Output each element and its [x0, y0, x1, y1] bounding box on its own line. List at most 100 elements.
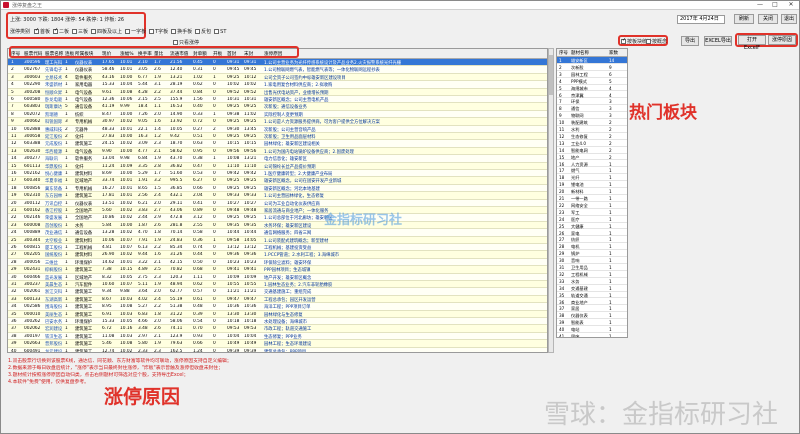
option-checkbox[interactable] — [72, 29, 78, 34]
limit-type-option[interactable]: 反包 — [195, 29, 211, 35]
limit-type-option[interactable]: 首板 — [34, 29, 50, 35]
limit-type-option[interactable]: 四板及以上 — [91, 29, 122, 35]
open-excel-button[interactable]: 打开ExcelF — [738, 35, 766, 51]
sector-row[interactable]: 17 燃气 1 — [557, 167, 627, 175]
table-row[interactable]: 27 002205 国统股份 1 建筑材料 26.90 10.02 9.44 1.6 31.26 0… — [8, 251, 547, 259]
sector-row[interactable]: 13 工业4.0 2 — [557, 140, 627, 147]
table-row[interactable]: 3 300603 立昂技术 4 软件服务 43.16 10.00 6.77 1.9 13.21 1.… — [8, 73, 547, 82]
limit-type-option[interactable]: 二板 — [53, 29, 69, 35]
limit-type-option[interactable]: ST — [214, 29, 226, 35]
sector-row[interactable]: 33 水务 1 — [557, 278, 627, 285]
sector-row[interactable]: 7 环保 3 — [557, 98, 627, 106]
table-row[interactable]: 8 002072 凯瑞德 1 纺织 8.47 10.00 7.26 2.0 14.90 0.33 1 0… — [8, 110, 547, 119]
table-row[interactable]: 13 002630 华西能源 1 电气设备 9.90 10.00 4.77 2.1 58.62 0.… — [8, 147, 547, 156]
table-row[interactable]: 30 600466 蓝光发展 1 区域地产 8.32 10.05 2.75 2.3 120.3 1.… — [8, 273, 547, 281]
sector-row[interactable]: 24 医疗 1 — [557, 216, 627, 223]
sector-row[interactable]: 16 人力资源 1 — [557, 161, 627, 168]
sector-row[interactable]: 31 卫生用品 1 — [557, 264, 627, 271]
table-row[interactable]: 37 002062 宏润建设 1 建筑施工 6.72 10.16 3.48 2.6 74.11 0.… — [8, 325, 547, 333]
sector-row[interactable]: 36 商业地产 1 — [557, 299, 627, 306]
sector-row[interactable]: 30 音响 1 — [557, 257, 627, 264]
table-row[interactable]: 7 603803 瑞斯康达 5 通信设备 41.19 9.99 18.4 1.1 16.53 0.4… — [8, 103, 547, 111]
sector-row[interactable]: 37 家居 1 — [557, 305, 627, 313]
table-row[interactable]: 1 300596 理工光科 1 仪器仪表 17.65 10.01 2.10 1.7 21.56 0.… — [8, 59, 547, 67]
table-row[interactable]: 9 300662 科锐国际 3 专用机械 30.97 10.02 9.05 1.6 13.92 0.… — [8, 118, 547, 126]
refresh-button[interactable]: 刷新 — [734, 14, 754, 24]
table-row[interactable]: 36 300262 巴安水务 1 环境保护 15.33 10.05 4.66 2.0 58.06 0… — [8, 318, 547, 326]
excel-export-button[interactable]: EXCEL导出 — [704, 36, 732, 46]
sector-row[interactable]: 10 装配建筑 2 — [557, 119, 627, 126]
table-row[interactable]: 4 002290 禾盛新材 1 家用电器 15.33 10.04 5.44 3.1 28.19 0.… — [8, 81, 547, 89]
table-row[interactable]: 25 300344 太空板业 1 建筑材料 10.06 10.07 7.91 1.9 24.83 0… — [8, 236, 547, 244]
limit-up-table[interactable]: 序号 股票代码 股票名称 连板 所属板块 现价 涨幅% 换手率 量比 流通市值 封单额 开板 首封 末封涨… — [7, 48, 548, 353]
option-checkbox[interactable] — [149, 29, 155, 34]
scroll-thumb[interactable] — [549, 55, 553, 95]
sector-row[interactable]: 38 仪器仪表 1 — [557, 312, 627, 320]
checkbox-box[interactable] — [173, 40, 178, 45]
sector-row[interactable]: 6 京津冀 4 — [557, 92, 627, 99]
sector-column-header[interactable]: 家数 — [609, 50, 618, 56]
sector-row[interactable]: 12 生态修复 2 — [557, 133, 627, 140]
date-picker[interactable]: 2017年 4月24日 — [677, 15, 725, 24]
radio-sector-box[interactable] — [621, 39, 626, 44]
sector-column-header[interactable]: 序号 — [559, 50, 568, 56]
option-checkbox[interactable] — [195, 29, 201, 34]
sector-table[interactable]: 序号 题材名称 家数 1 雄安新区 14 2 次新股 9 3 园林工程 6 4 PPP模式 5 5 海绵城市 4… — [556, 48, 628, 338]
radio-concept-box[interactable] — [646, 39, 651, 44]
limit-reason-button[interactable]: 涨停原因 — [768, 35, 796, 45]
sector-row[interactable]: 3 园林工程 6 — [557, 71, 627, 78]
sector-row[interactable]: 35 轨道交通 1 — [557, 292, 627, 299]
sector-row[interactable]: 23 军工 1 — [557, 209, 627, 216]
sector-row[interactable]: 1 雄安新区 14 — [557, 57, 627, 64]
table-row[interactable]: 40 600491 龙元建设 1 建筑施工 12.74 10.02 2.33 2.3 162.5 1… — [8, 347, 547, 352]
limit-type-option[interactable]: 一字板 — [125, 29, 146, 35]
sector-row[interactable]: 32 工程机械 1 — [557, 271, 627, 278]
table-row[interactable]: 32 002061 浙江交科 1 建筑施工 9.34 9.88 3.64 2.0 62.77 0.5… — [8, 288, 547, 296]
table-row[interactable]: 17 600340 华夏幸福 1 区域地产 33.74 10.01 1.91 3.2 995.5 6… — [8, 177, 547, 185]
table-row[interactable]: 34 002586 围海股份 1 建筑施工 8.95 10.08 5.27 2.2 51.38 0.… — [8, 303, 547, 311]
sector-row[interactable]: 8 通信 3 — [557, 105, 627, 113]
sector-row[interactable]: 28 电机 1 — [557, 243, 627, 251]
limit-type-option[interactable]: T字板 — [149, 29, 168, 35]
option-checkbox[interactable] — [214, 29, 220, 34]
sector-row[interactable]: 4 PPP模式 5 — [557, 78, 627, 85]
sector-row[interactable]: 15 地产 2 — [557, 154, 627, 161]
sector-row[interactable]: 9 物联网 3 — [557, 112, 627, 120]
table-row[interactable]: 15 601113 华鼎股份 1 化纤 11.24 10.09 3.35 2.8 36.82 0.4… — [8, 162, 547, 170]
minimize-button[interactable]: — — [753, 1, 767, 9]
table-row[interactable]: 20 300112 万讯自控 1 仪器仪表 13.51 10.02 6.21 2.0 29.11 0… — [8, 199, 547, 207]
close-window-button[interactable]: ✕ — [784, 1, 798, 9]
close-button[interactable]: 关闭 — [758, 14, 778, 24]
table-row[interactable]: 33 600133 东湖高新 1 建筑施工 8.67 10.03 4.02 2.4 55.19 0.… — [8, 295, 547, 304]
table-row[interactable]: 31 300237 美晨生态 1 汽车配件 10.60 10.07 5.11 1.9 48.94 0… — [8, 281, 547, 289]
sector-row[interactable]: 29 锅炉 1 — [557, 250, 627, 258]
option-checkbox[interactable] — [125, 29, 131, 34]
sector-row[interactable]: 5 海绵城市 4 — [557, 85, 627, 92]
table-row[interactable]: 29 002431 棕榈股份 1 建筑施工 7.38 10.15 4.89 2.5 70.82 0.… — [8, 266, 547, 274]
option-checkbox[interactable] — [53, 29, 59, 34]
table-row[interactable]: 22 002146 荣盛发展 1 全国地产 10.86 10.02 2.44 2.9 472.8 3… — [8, 214, 547, 222]
sector-row[interactable]: 27 纺织 1 — [557, 236, 627, 244]
option-checkbox[interactable] — [91, 29, 97, 34]
table-row[interactable]: 6 600580 卧龙电驱 1 电气设备 12.36 10.06 2.15 2.5 155.9 1.… — [8, 96, 547, 104]
table-scrollbar[interactable] — [548, 48, 554, 353]
table-row[interactable]: 26 600815 厦工股份 1 工程机械 4.81 10.07 6.13 2.2 85.34 0.… — [8, 244, 547, 252]
table-row[interactable]: 18 000856 冀东装备 1 专用机械 16.27 10.01 8.65 1.5 36.85 0… — [8, 184, 547, 193]
sector-row[interactable]: 21 一带一路 1 — [557, 195, 627, 202]
only-limit-checkbox[interactable]: 只看涨停 — [173, 39, 199, 46]
table-row[interactable]: 38 300197 铁汉生态 1 建筑施工 11.08 10.03 2.97 2.1 123.9 0… — [8, 332, 547, 341]
table-row[interactable]: 14 300277 海联讯 1 软件服务 13.04 9.98 6.84 1.9 43.70 0.3… — [8, 155, 547, 163]
sector-row[interactable]: 39 智能表 1 — [557, 319, 627, 327]
exit-button[interactable]: 退出 — [781, 14, 797, 24]
sector-row[interactable]: 2 次新股 9 — [557, 64, 627, 71]
table-row[interactable]: 10 002888 惠威科技 2 元器件 48.33 10.01 22.1 1.4 10.05 0.… — [8, 125, 547, 133]
sector-row[interactable]: 34 交通基建 1 — [557, 285, 627, 292]
sector-row[interactable]: 40 电站 1 — [557, 326, 627, 333]
option-checkbox[interactable] — [34, 29, 39, 34]
table-row[interactable]: 12 603388 元成股份 1 建筑施工 24.15 10.02 3.09 2.3 18.70 0… — [8, 140, 547, 148]
table-row[interactable]: 23 600008 首创股份 1 水务 5.84 10.00 1.87 2.6 281.8 2.55… — [8, 221, 547, 230]
sector-row[interactable]: 25 大健康 1 — [557, 223, 627, 230]
limit-type-option[interactable]: 换手板 — [171, 29, 192, 35]
export-button[interactable]: 导出 — [681, 36, 699, 46]
table-row[interactable]: 11 300658 延江股份 2 化纤 27.83 10.00 16.3 1.2 9.42 0.51… — [8, 133, 547, 141]
